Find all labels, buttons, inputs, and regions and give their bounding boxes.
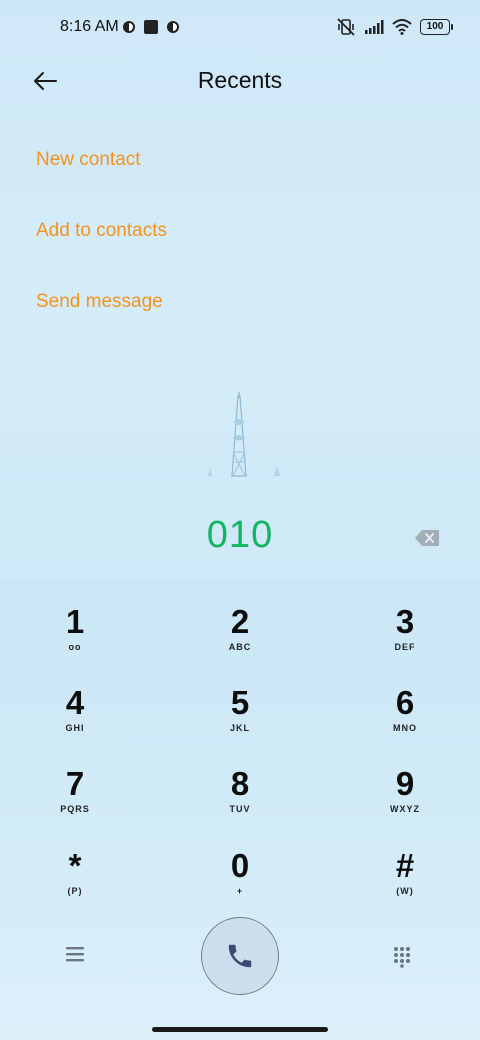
- app-notification-icon: [123, 21, 135, 33]
- key-digit: 6: [395, 684, 415, 721]
- keypad-toggle-button[interactable]: [392, 946, 412, 973]
- add-to-contacts-option[interactable]: Add to contacts: [36, 220, 167, 242]
- status-time: 8:16 AM: [60, 18, 119, 35]
- send-message-option[interactable]: Send message: [36, 291, 163, 313]
- key-digit: 3: [395, 603, 415, 640]
- key-letters: ABC: [228, 642, 252, 652]
- key-digit: 7: [65, 765, 85, 802]
- voicemail-icon: ᴏᴏ: [68, 642, 82, 652]
- key-1[interactable]: 1 ᴏᴏ: [20, 602, 130, 672]
- dialed-number-panel: 010: [0, 478, 480, 578]
- signal-icon: [365, 20, 384, 34]
- key-letters: (P): [67, 886, 83, 896]
- key-digit: *: [68, 847, 82, 884]
- key-digit: 9: [395, 765, 415, 802]
- vibrate-off-icon: [337, 18, 355, 36]
- new-contact-option[interactable]: New contact: [36, 149, 141, 171]
- backspace-icon: [415, 530, 439, 546]
- key-4[interactable]: 4 GHI: [20, 683, 130, 753]
- key-letters: MNO: [393, 723, 417, 733]
- dialer-bottom-bar: [0, 915, 480, 997]
- delete-button[interactable]: [414, 529, 440, 552]
- key-digit: 8: [230, 765, 250, 802]
- call-button[interactable]: [201, 917, 279, 995]
- key-3[interactable]: 3 DEF: [350, 602, 460, 672]
- app-notification-icon-2: [167, 21, 179, 33]
- key-hash[interactable]: # (W): [350, 846, 460, 916]
- key-letters: GHI: [65, 723, 85, 733]
- key-digit: 1: [65, 603, 85, 640]
- home-indicator[interactable]: [152, 1027, 328, 1032]
- phone-icon: [228, 944, 252, 968]
- key-9[interactable]: 9 WXYZ: [350, 764, 460, 834]
- key-6[interactable]: 6 MNO: [350, 683, 460, 753]
- dialpad-icon: [394, 947, 410, 968]
- square-notification-icon: [144, 20, 158, 34]
- key-2[interactable]: 2 ABC: [185, 602, 295, 672]
- key-digit: 2: [230, 603, 250, 640]
- key-0[interactable]: 0 +: [185, 846, 295, 916]
- key-digit: 5: [230, 684, 250, 721]
- page-title: Recents: [197, 67, 283, 93]
- key-digit: #: [395, 847, 415, 884]
- hamburger-menu-icon: [66, 947, 84, 962]
- key-letters: +: [236, 886, 244, 896]
- key-digit: 4: [65, 684, 85, 721]
- system-status-icons: 100: [336, 18, 453, 36]
- key-digit: 0: [230, 847, 250, 884]
- key-star[interactable]: * (P): [20, 846, 130, 916]
- key-letters: DEF: [394, 642, 416, 652]
- menu-button[interactable]: [64, 945, 86, 968]
- key-7[interactable]: 7 PQRS: [20, 764, 130, 834]
- key-letters: (W): [396, 886, 414, 896]
- key-5[interactable]: 5 JKL: [185, 683, 295, 753]
- wifi-icon: [392, 19, 412, 35]
- key-letters: PQRS: [60, 804, 90, 814]
- background-tower-illustration: [208, 392, 280, 477]
- battery-indicator: 100: [420, 19, 453, 35]
- key-letters: WXYZ: [390, 804, 420, 814]
- key-letters: JKL: [229, 723, 250, 733]
- status-bar: 8:16 AM 100: [0, 0, 480, 56]
- dialed-number[interactable]: 010: [0, 514, 480, 557]
- key-letters: TUV: [229, 804, 251, 814]
- key-8[interactable]: 8 TUV: [185, 764, 295, 834]
- app-header: Recents: [0, 56, 480, 108]
- notification-icons: [122, 19, 180, 35]
